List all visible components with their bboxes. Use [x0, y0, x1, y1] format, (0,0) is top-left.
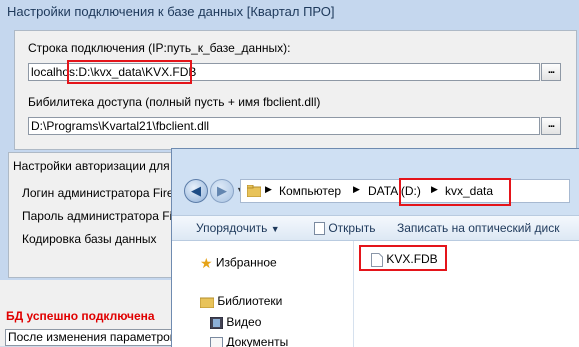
folder-icon [247, 185, 261, 197]
breadcrumb-highlight-box [399, 178, 511, 206]
organize-button[interactable]: Упорядочить ▼ [196, 221, 280, 235]
back-arrow-icon: ◀ [191, 183, 201, 198]
navigation-pane: ★ Избранное Библиотеки Видео Документы [172, 241, 354, 347]
library-path-input[interactable]: D:\Programs\Kvartal21\fbclient.dll [28, 117, 540, 135]
forward-arrow-icon: ▶ [217, 183, 227, 198]
document-icon [314, 222, 325, 236]
browse-library-button[interactable]: ... [541, 117, 561, 135]
open-label: Открыть [328, 221, 376, 235]
nav-item-favorites[interactable]: ★ Избранное [200, 255, 277, 272]
star-icon: ★ [200, 255, 213, 271]
admin-login-label: Логин администратора Firebi [22, 186, 183, 200]
chevron-right-icon: ▶ [265, 184, 272, 194]
burn-disc-button[interactable]: Записать на оптический диск [397, 221, 560, 235]
status-message: БД успешно подключена [6, 309, 155, 323]
browse-db-button[interactable]: ... [541, 63, 561, 81]
note-field: После изменения параметров [5, 329, 175, 346]
organize-label: Упорядочить [196, 221, 268, 235]
content-pane: KVX.FDB [354, 241, 579, 347]
nav-item-libraries-label: Библиотеки [217, 294, 283, 308]
explorer-toolbar: Упорядочить ▼ Открыть Записать на оптиче… [172, 215, 579, 241]
breadcrumb-computer[interactable]: Компьютер [279, 184, 341, 198]
nav-item-favorites-label: Избранное [215, 255, 277, 270]
library-label: Бибилитека доступа (полный пусть + имя f… [28, 95, 321, 109]
nav-item-libraries[interactable]: Библиотеки [200, 294, 282, 308]
back-button[interactable]: ◀ [184, 179, 208, 203]
db-encoding-label: Кодировка базы данных [22, 232, 157, 246]
documents-icon [210, 336, 223, 347]
nav-item-documents-label: Документы [226, 335, 289, 347]
open-button[interactable]: Открыть [314, 221, 376, 236]
library-icon [200, 297, 214, 308]
dialog-title: Настройки подключения к базе данных [Ква… [7, 4, 335, 19]
auth-group: Настройки авторизации для F Логин админи… [8, 152, 190, 278]
path-highlight-box [67, 60, 192, 84]
connection-group: Строка подключения (IP:путь_к_базе_данны… [14, 30, 577, 150]
dropdown-arrow-icon: ▼ [270, 224, 280, 234]
auth-group-title: Настройки авторизации для F [13, 159, 181, 173]
file-highlight-box [359, 245, 447, 271]
admin-password-label: Пароль администратора Fireb [22, 209, 190, 223]
nav-item-video[interactable]: Видео [210, 315, 261, 329]
nav-item-documents[interactable]: Документы [210, 335, 288, 347]
connection-string-label: Строка подключения (IP:путь_к_базе_данны… [28, 41, 291, 55]
chevron-right-icon: ▶ [353, 184, 360, 194]
explorer-window: ◀ ▶ ▼ ▶ Компьютер ▶ DATA (D:) ▶ kvx_data… [171, 148, 579, 347]
nav-item-video-label: Видео [226, 315, 262, 329]
forward-button[interactable]: ▶ [210, 179, 234, 203]
video-icon [210, 316, 223, 329]
